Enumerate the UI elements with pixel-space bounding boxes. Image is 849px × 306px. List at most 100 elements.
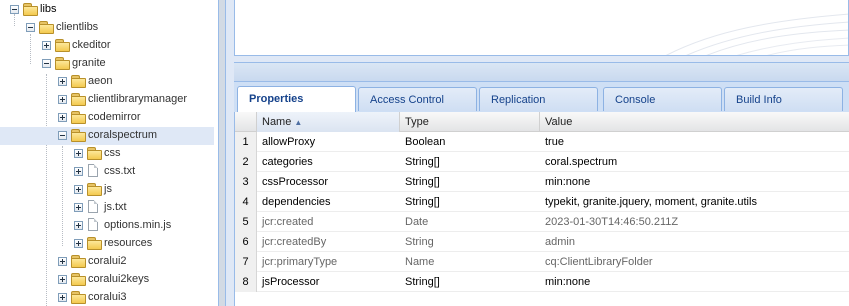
grid-header: Name ▲ Type Value <box>235 112 849 132</box>
expand-icon[interactable] <box>58 113 67 122</box>
tree-node[interactable]: css <box>0 145 214 163</box>
file-icon <box>88 218 98 231</box>
table-row[interactable]: 8 jsProcessor String[] min:none <box>235 272 849 292</box>
expand-icon[interactable] <box>58 275 67 284</box>
collapse-icon[interactable] <box>42 59 51 68</box>
tree-node[interactable]: coralui3 <box>0 289 214 306</box>
folder-icon <box>87 237 102 250</box>
tab-console[interactable]: Console <box>603 87 722 111</box>
tree-node[interactable]: codemirror <box>0 109 214 127</box>
collapse-icon[interactable] <box>26 23 35 32</box>
tab-access-control[interactable]: Access Control <box>358 87 477 111</box>
panel-header <box>234 62 849 82</box>
folder-icon <box>71 255 86 268</box>
table-row[interactable]: 1 allowProxy Boolean true <box>235 132 849 152</box>
folder-icon <box>55 57 70 70</box>
property-type: String <box>405 236 434 248</box>
tree-node[interactable]: aeon <box>0 73 214 91</box>
property-name: jsProcessor <box>262 276 320 288</box>
folder-icon <box>55 39 70 52</box>
tab-properties[interactable]: Properties <box>237 86 356 112</box>
row-number: 2 <box>235 152 257 172</box>
collapse-icon[interactable] <box>58 131 67 140</box>
tree-node[interactable]: clientlibs <box>0 19 214 37</box>
table-row[interactable]: 7 jcr:primaryType Name cq:ClientLibraryFold… <box>235 252 849 272</box>
table-row[interactable]: 5 jcr:created Date 2023-01-30T14:46:50.211Z <box>235 212 849 232</box>
properties-grid: Name ▲ Type Value 1 allowProxy Boolean true 2… <box>234 112 849 306</box>
tree-node[interactable]: ckeditor <box>0 37 214 55</box>
property-name: dependencies <box>262 196 331 208</box>
tree-node-label: js <box>104 183 112 195</box>
panel-splitter[interactable] <box>218 0 226 306</box>
expand-icon[interactable] <box>74 221 83 230</box>
tree-node-label: clientlibrarymanager <box>88 93 188 105</box>
row-number: 8 <box>235 272 257 292</box>
tree-node-label: css.txt <box>104 165 136 177</box>
property-value: min:none <box>545 276 591 288</box>
folder-icon <box>71 291 86 304</box>
background-swirl <box>665 13 848 55</box>
tab-bar: Properties Access Control Replication Co… <box>234 82 849 112</box>
property-name: jcr:created <box>262 216 314 228</box>
expand-icon[interactable] <box>58 95 67 104</box>
tree-node-label: clientlibs <box>56 21 99 33</box>
tree-node[interactable]: css.txt <box>0 163 214 181</box>
property-value: true <box>545 136 564 148</box>
tree-node[interactable]: resources <box>0 235 214 253</box>
row-number: 7 <box>235 252 257 272</box>
tree-node[interactable]: granite <box>0 55 214 73</box>
expand-icon[interactable] <box>58 77 67 86</box>
folder-icon <box>71 93 86 106</box>
column-header-type-label: Type <box>405 116 429 128</box>
table-row[interactable]: 2 categories String[] coral.spectrum <box>235 152 849 172</box>
column-header-type[interactable]: Type <box>400 112 540 132</box>
tree-node[interactable]: clientlibrarymanager <box>0 91 214 109</box>
expand-icon[interactable] <box>74 239 83 248</box>
tree-node[interactable]: coralui2 <box>0 253 214 271</box>
column-header-name[interactable]: Name ▲ <box>257 112 400 132</box>
tree-node[interactable]: coralui2keys <box>0 271 214 289</box>
file-icon <box>88 164 98 177</box>
property-name: cssProcessor <box>262 176 329 188</box>
tree-node[interactable]: coralspectrum <box>0 127 214 145</box>
tree-node[interactable]: options.min.js <box>0 217 214 235</box>
tree-node-label: granite <box>72 57 106 69</box>
expand-icon[interactable] <box>74 203 83 212</box>
expand-icon[interactable] <box>42 41 51 50</box>
property-type: Boolean <box>405 136 446 148</box>
preview-panel <box>234 0 849 56</box>
expand-icon[interactable] <box>74 149 83 158</box>
table-row[interactable]: 3 cssProcessor String[] min:none <box>235 172 849 192</box>
column-header-value[interactable]: Value <box>540 112 849 132</box>
table-row[interactable]: 4 dependencies String[] typekit, granite.jq… <box>235 192 849 212</box>
collapse-icon[interactable] <box>10 5 19 14</box>
column-header-name-label: Name <box>262 116 292 128</box>
property-value: cq:ClientLibraryFolder <box>545 256 653 268</box>
table-row[interactable]: 6 jcr:createdBy String admin <box>235 232 849 252</box>
row-number: 6 <box>235 232 257 252</box>
property-type: String[] <box>405 156 440 168</box>
expand-icon[interactable] <box>58 293 67 302</box>
row-number: 4 <box>235 192 257 212</box>
tree-node-label: coralui2 <box>88 255 127 267</box>
tab-build-info[interactable]: Build Info <box>724 87 843 111</box>
tree-node-label: js.txt <box>104 201 127 213</box>
column-header-value-label: Value <box>545 116 573 128</box>
tree-node[interactable]: js <box>0 181 214 199</box>
file-icon <box>88 200 98 213</box>
property-type: String[] <box>405 196 440 208</box>
tree-node[interactable]: libs <box>0 1 214 19</box>
property-name: jcr:createdBy <box>262 236 327 248</box>
property-value: admin <box>545 236 575 248</box>
folder-icon <box>71 129 86 142</box>
tree-node-label: options.min.js <box>104 219 172 231</box>
tree-node-label: ckeditor <box>72 39 111 51</box>
tree-node[interactable]: js.txt <box>0 199 214 217</box>
expand-icon[interactable] <box>74 185 83 194</box>
expand-icon[interactable] <box>74 167 83 176</box>
tree-node-label: resources <box>104 237 153 249</box>
tab-replication[interactable]: Replication <box>479 87 598 111</box>
expand-icon[interactable] <box>58 257 67 266</box>
sort-ascending-icon: ▲ <box>294 118 303 127</box>
row-number-header <box>235 112 257 132</box>
